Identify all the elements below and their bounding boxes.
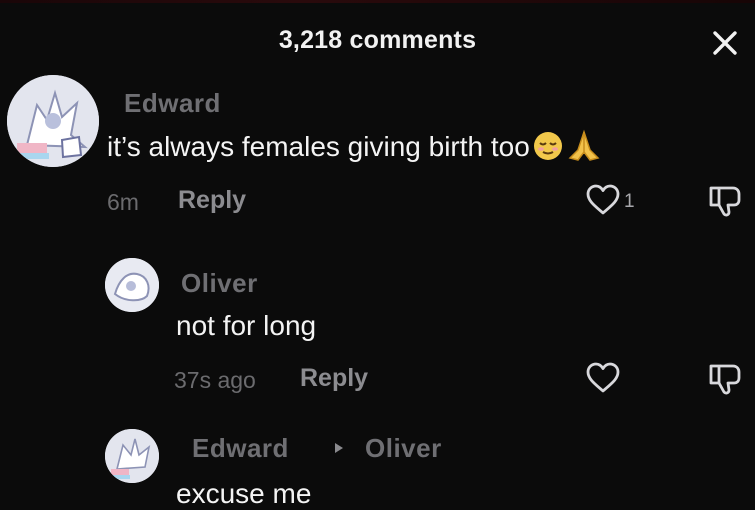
reply-timestamp: 37s ago — [174, 367, 256, 393]
avatar-image — [105, 258, 159, 312]
reply-username[interactable]: Edward — [192, 433, 289, 464]
heart-icon — [586, 184, 620, 215]
reply-button[interactable]: Reply — [300, 364, 368, 393]
reply-to-username[interactable]: Oliver — [365, 433, 442, 464]
avatar-image — [7, 75, 99, 167]
close-button[interactable] — [706, 24, 744, 62]
reply-text: excuse me — [176, 478, 312, 509]
praying-hands-emoji-icon — [566, 128, 602, 169]
thumbs-down-icon — [709, 186, 741, 217]
reply-avatar[interactable] — [105, 429, 159, 483]
dislike-button[interactable] — [707, 362, 743, 396]
comment-username[interactable]: Edward — [124, 88, 221, 119]
avatar-image — [105, 429, 159, 483]
comment-text: it’s always females giving birth too — [107, 128, 602, 169]
reply-button[interactable]: Reply — [178, 186, 246, 215]
reply-username[interactable]: Oliver — [181, 268, 258, 299]
comment-count-title: 3,218 comments — [278, 26, 477, 54]
close-icon — [713, 31, 737, 55]
comment-timestamp: 6m — [107, 189, 139, 215]
reply-arrow-icon — [335, 443, 343, 453]
reply-avatar[interactable] — [105, 258, 159, 312]
thumbs-down-icon — [709, 364, 741, 395]
reply-text: not for long — [176, 310, 317, 341]
avatar[interactable] — [7, 75, 99, 167]
comment-text-content: it’s always females giving birth too — [107, 131, 530, 162]
like-button[interactable] — [585, 184, 621, 216]
comments-header: 3,218 comments — [0, 0, 755, 82]
like-count: 1 — [624, 191, 635, 212]
dislike-button[interactable] — [707, 184, 743, 218]
like-button[interactable] — [585, 362, 621, 394]
relieved-emoji-icon — [532, 130, 564, 169]
heart-icon — [586, 362, 620, 393]
